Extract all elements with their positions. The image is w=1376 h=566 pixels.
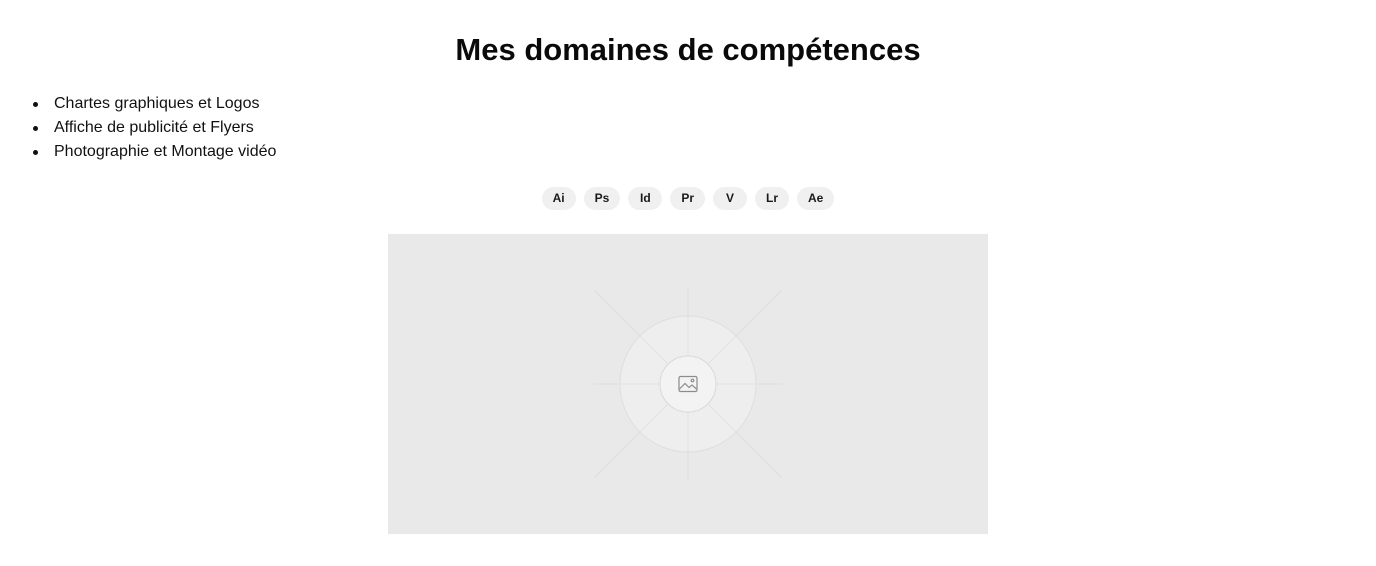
- tag-after-effects[interactable]: Ae: [797, 187, 835, 210]
- placeholder-graphic: [593, 289, 783, 479]
- skill-item-advertising: Affiche de publicité et Flyers: [32, 116, 276, 140]
- tag-illustrator[interactable]: Ai: [541, 187, 576, 210]
- section-title: Mes domaines de compétences: [455, 32, 921, 67]
- tag-premiere[interactable]: Pr: [670, 187, 706, 210]
- page: Mes domaines de compétences Chartes grap…: [0, 0, 1376, 566]
- tag-vectornator[interactable]: V: [713, 187, 748, 210]
- skill-item-branding: Chartes graphiques et Logos: [32, 92, 276, 116]
- skills-list: Chartes graphiques et Logos Affiche de p…: [32, 92, 276, 164]
- image-placeholder: [388, 234, 988, 534]
- skill-item-photo-video: Photographie et Montage vidéo: [32, 140, 276, 164]
- software-tags: Ai Ps Id Pr V Lr Ae: [0, 187, 1376, 210]
- tag-photoshop[interactable]: Ps: [583, 187, 621, 210]
- tag-indesign[interactable]: Id: [628, 187, 663, 210]
- tag-lightroom[interactable]: Lr: [755, 187, 790, 210]
